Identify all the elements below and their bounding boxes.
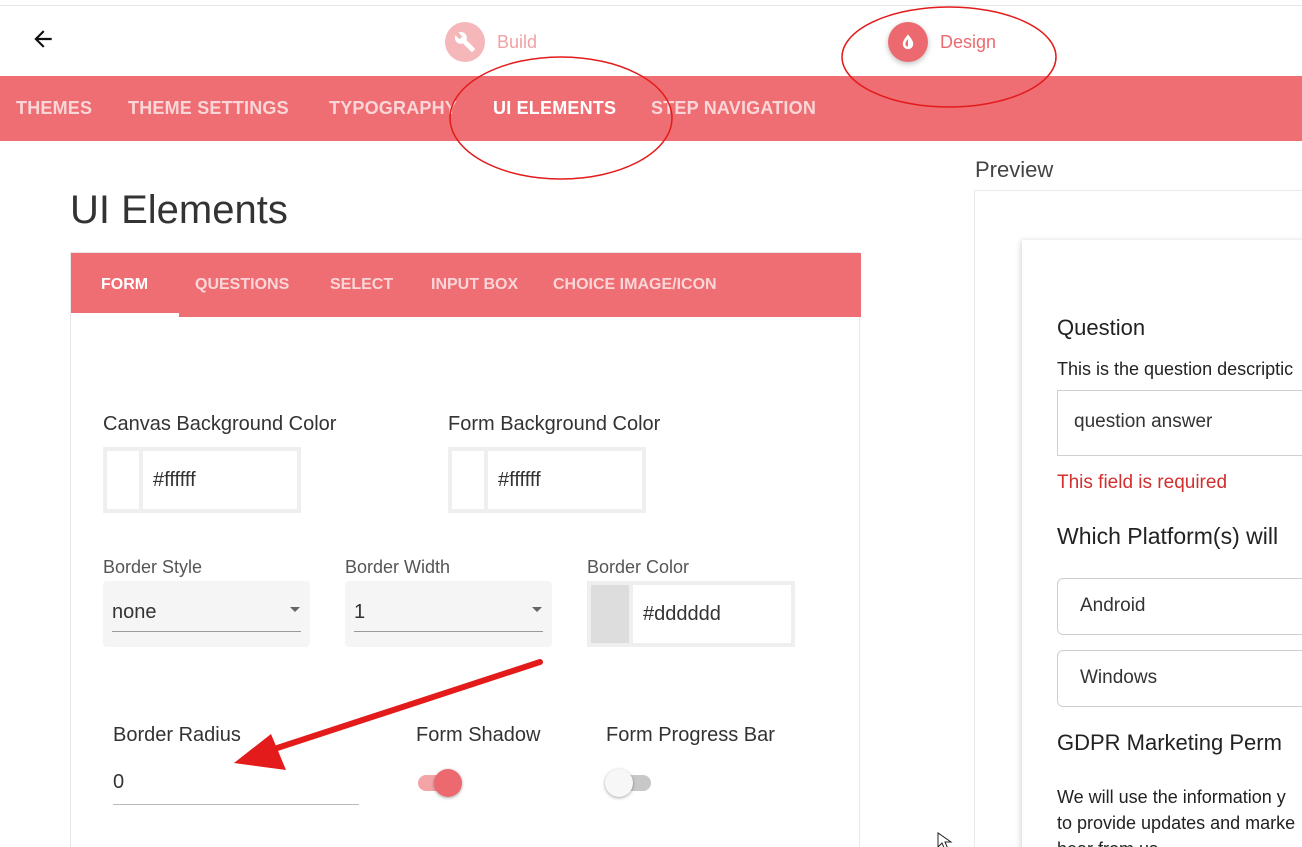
tab-step-navigation[interactable]: STEP NAVIGATION [651, 76, 816, 141]
back-button[interactable] [26, 22, 60, 56]
border-width-select[interactable]: 1 [345, 581, 552, 647]
gdpr-line: hear from us [1057, 836, 1295, 847]
select-underline [354, 631, 543, 632]
border-color-label: Border Color [587, 557, 690, 577]
border-width-value: 1 [354, 601, 366, 623]
preview-question-description: This is the question descriptic [1057, 359, 1294, 379]
mouse-cursor-icon [937, 832, 953, 847]
border-radius-label: Border Radius [113, 724, 241, 746]
form-shadow-label: Form Shadow [416, 724, 541, 746]
border-radius-input[interactable]: 0 [113, 763, 359, 805]
subtab-select[interactable]: SELECT [330, 253, 393, 317]
border-color-swatch[interactable] [591, 585, 633, 643]
nav-bar: THEMES THEME SETTINGS TYPOGRAPHY UI ELEM… [0, 76, 1302, 141]
build-mode-button[interactable]: Build [445, 22, 537, 62]
toggle-knob [434, 769, 462, 797]
settings-card: FORM QUESTIONS SELECT INPUT BOX CHOICE I… [70, 252, 861, 847]
preview-label: Preview [975, 157, 1054, 182]
canvas-bg-color-input[interactable]: #ffffff [103, 447, 301, 513]
border-style-select[interactable]: none [103, 581, 310, 647]
preview-form-card: Question This is the question descriptic… [1022, 240, 1302, 847]
form-bg-label: Form Background Color [448, 413, 661, 435]
form-progress-bar-toggle[interactable] [605, 767, 651, 797]
design-label: Design [940, 31, 997, 52]
preview-gdpr-title: GDPR Marketing Perm [1057, 730, 1282, 755]
preview-option-windows[interactable]: Windows [1057, 650, 1302, 707]
tab-theme-settings[interactable]: THEME SETTINGS [128, 76, 289, 141]
arrow-left-icon [34, 30, 52, 48]
canvas-bg-swatch[interactable] [107, 451, 143, 509]
preview-platform-question: Which Platform(s) will [1057, 523, 1279, 549]
preview-error-message: This field is required [1057, 472, 1228, 493]
select-underline [112, 631, 301, 632]
caret-down-icon [532, 607, 542, 612]
subtab-input-box[interactable]: INPUT BOX [431, 253, 518, 317]
page-title: UI Elements [70, 188, 288, 232]
option-label: Windows [1080, 667, 1158, 688]
canvas-bg-value[interactable]: #ffffff [143, 451, 297, 509]
preview-answer-input[interactable]: question answer [1057, 390, 1302, 456]
tab-ui-elements[interactable]: UI ELEMENTS [493, 76, 616, 141]
form-bg-value[interactable]: #ffffff [488, 451, 642, 509]
tab-themes[interactable]: THEMES [16, 76, 92, 141]
design-mode-button[interactable]: Design [888, 22, 996, 62]
build-label: Build [497, 31, 538, 52]
top-bar: Build Design [0, 6, 1302, 76]
gdpr-line: to provide updates and marke [1057, 813, 1296, 833]
caret-down-icon [290, 607, 300, 612]
wrench-icon [445, 22, 485, 62]
subtab-questions[interactable]: QUESTIONS [195, 253, 289, 317]
canvas-bg-label: Canvas Background Color [103, 413, 337, 435]
border-style-label: Border Style [103, 557, 203, 577]
form-bg-swatch[interactable] [452, 451, 488, 509]
drop-icon [888, 22, 928, 62]
active-tab-indicator [71, 313, 179, 317]
option-label: Android [1080, 595, 1146, 616]
preview-gdpr-text: We will use the information y to provide… [1057, 784, 1295, 847]
tab-typography[interactable]: TYPOGRAPHY [329, 76, 457, 141]
preview-option-android[interactable]: Android [1057, 578, 1302, 635]
subtab-choice-image-icon[interactable]: CHOICE IMAGE/ICON [553, 253, 717, 317]
sub-tab-bar: FORM QUESTIONS SELECT INPUT BOX CHOICE I… [71, 253, 861, 317]
gdpr-line: We will use the information y [1057, 787, 1286, 807]
form-shadow-toggle[interactable] [416, 767, 462, 797]
form-bg-color-input[interactable]: #ffffff [448, 447, 646, 513]
border-color-value[interactable]: #dddddd [633, 585, 791, 643]
border-style-value: none [112, 601, 157, 623]
border-width-label: Border Width [345, 557, 451, 577]
form-progress-bar-label: Form Progress Bar [606, 724, 775, 746]
preview-answer-value: question answer [1074, 411, 1213, 432]
border-color-input[interactable]: #dddddd [587, 581, 795, 647]
subtab-form[interactable]: FORM [101, 253, 148, 317]
preview-question-title: Question [1057, 315, 1146, 340]
toggle-knob [605, 769, 633, 797]
